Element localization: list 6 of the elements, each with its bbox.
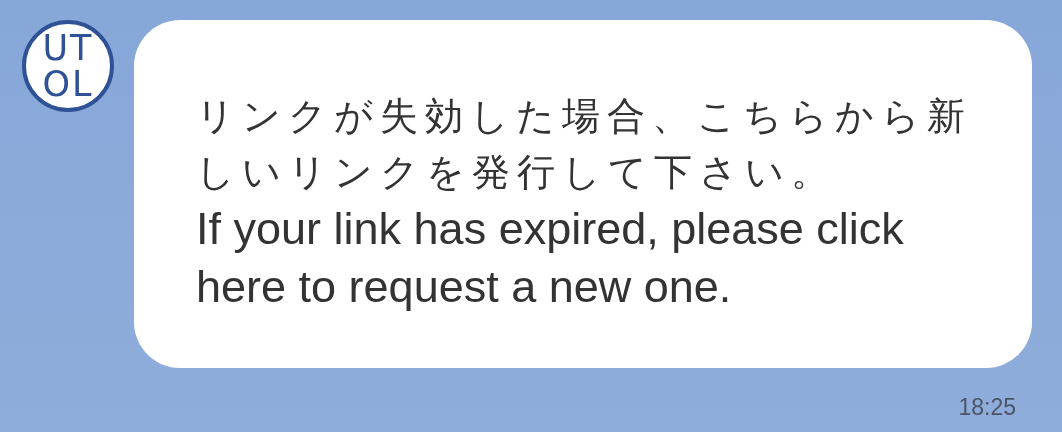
message-text: If your link has expired, please click here to request a new one. (196, 202, 905, 314)
avatar-logo[interactable]: UT OL (22, 20, 114, 112)
timestamp: 18:25 (957, 393, 1017, 422)
logo-text: UT (42, 30, 94, 66)
message-text: リンクが失効した場合、こちらから新しいリンクを発行して下さい。 (196, 93, 973, 196)
logo-text: OL (42, 66, 94, 102)
